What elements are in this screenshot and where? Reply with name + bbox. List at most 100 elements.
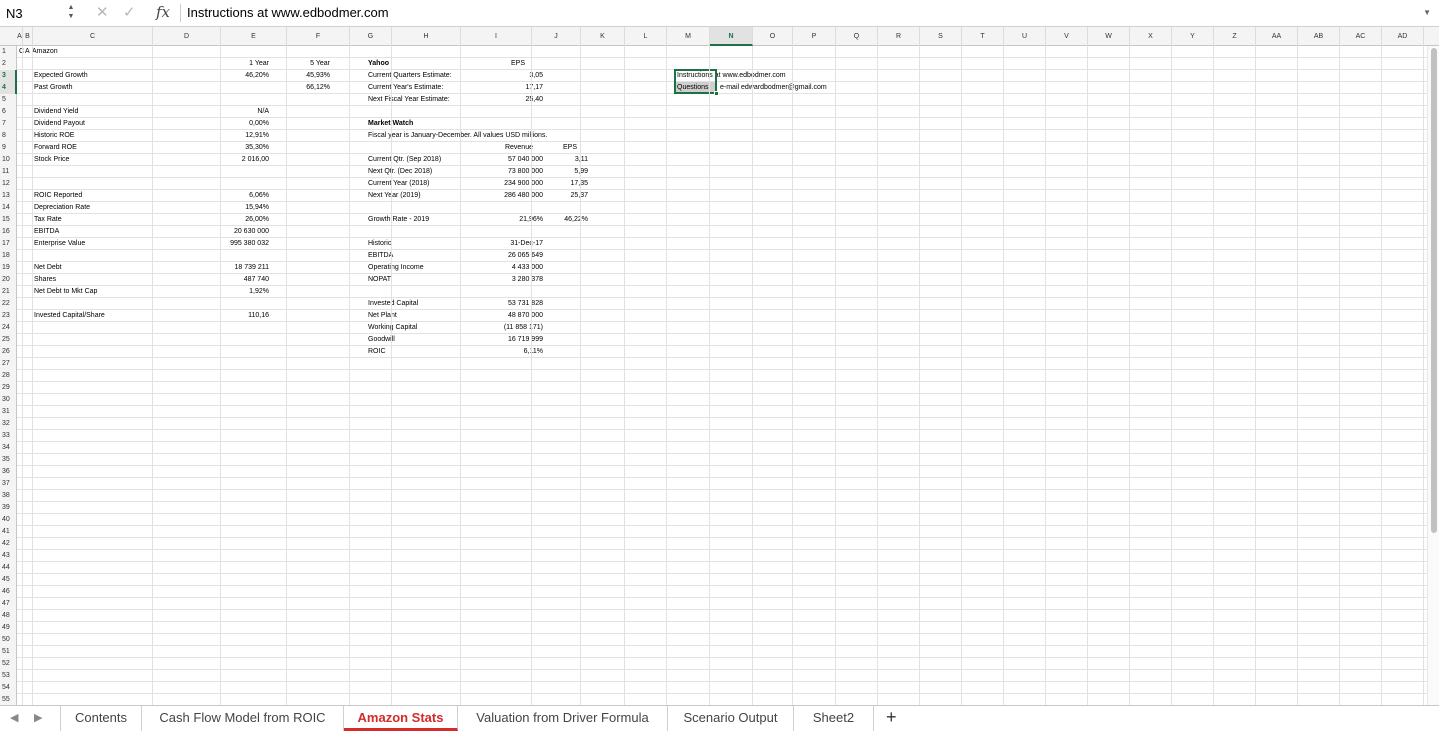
cell-e21[interactable]: 1,92% xyxy=(199,286,269,298)
row-header-26[interactable]: 26 xyxy=(0,346,17,358)
cell-e13[interactable]: 6,06% xyxy=(209,190,269,202)
row-header-8[interactable]: 8 xyxy=(0,130,17,142)
column-header-w[interactable]: W xyxy=(1088,27,1130,46)
cell-c14[interactable]: Depreciation Rate xyxy=(34,202,90,214)
row-header-45[interactable]: 45 xyxy=(0,574,17,586)
row-header-29[interactable]: 29 xyxy=(0,382,17,394)
row-header-11[interactable]: 11 xyxy=(0,166,17,178)
cell-j15[interactable]: 21,96% xyxy=(473,214,543,226)
row-header-23[interactable]: 23 xyxy=(0,310,17,322)
cell-j13[interactable]: 234 900 000 xyxy=(473,178,543,190)
spreadsheet-grid[interactable]: ABCDEFGHIJKLMNOPQRSTUVWXYZAAABACADAE 123… xyxy=(0,27,1439,705)
cell-e9[interactable]: 35,30% xyxy=(209,142,269,154)
cell-c3[interactable]: Expected Growth xyxy=(34,70,88,82)
cell-h18[interactable]: EBITDA xyxy=(368,250,393,262)
column-header-j[interactable]: J xyxy=(532,27,581,46)
column-header-ae[interactable]: AE xyxy=(1424,27,1439,46)
cell-f4[interactable]: 66,12% xyxy=(280,82,330,94)
cell-e15[interactable]: 26,00% xyxy=(209,214,269,226)
cell-k10[interactable]: EPS xyxy=(557,142,577,154)
column-header-g[interactable]: G xyxy=(350,27,392,46)
tab-valuation-driver-formula[interactable]: Valuation from Driver Formula xyxy=(458,706,668,731)
cell-f2[interactable]: 5 Year xyxy=(280,58,330,70)
chevron-down-icon[interactable]: ▼ xyxy=(1423,8,1431,17)
cell-h23[interactable]: Net Plant xyxy=(368,310,397,322)
row-header-39[interactable]: 39 xyxy=(0,502,17,514)
tab-scenario-output[interactable]: Scenario Output xyxy=(668,706,794,731)
column-header-ab[interactable]: AB xyxy=(1298,27,1340,46)
cell-h14[interactable]: Next Year (2019) xyxy=(368,190,421,202)
cell-j24[interactable]: (11 858 171) xyxy=(473,322,543,334)
cell-e7[interactable]: 0,00% xyxy=(209,118,269,130)
column-header-n[interactable]: N xyxy=(710,27,753,46)
row-header-52[interactable]: 52 xyxy=(0,658,17,670)
row-header-33[interactable]: 33 xyxy=(0,430,17,442)
cell-e10[interactable]: 2 016,00 xyxy=(209,154,269,166)
cell-c21[interactable]: Net Debt to Mkt Cap xyxy=(34,286,97,298)
cell-k11[interactable]: 3,11 xyxy=(548,154,588,166)
cell-e8[interactable]: 12,91% xyxy=(209,130,269,142)
scrollbar-thumb[interactable] xyxy=(1431,48,1437,533)
cell-j25[interactable]: 16 719 999 xyxy=(473,334,543,346)
row-header-54[interactable]: 54 xyxy=(0,682,17,694)
column-header-ac[interactable]: AC xyxy=(1340,27,1382,46)
cell-j11[interactable]: 57 040 000 xyxy=(473,154,543,166)
cell-e14[interactable]: 15,94% xyxy=(209,202,269,214)
cell-h19[interactable]: Operating Income xyxy=(368,262,424,274)
column-header-r[interactable]: R xyxy=(878,27,920,46)
row-header-53[interactable]: 53 xyxy=(0,670,17,682)
cell-h9[interactable]: Fiscal year is January-December. All val… xyxy=(368,130,547,142)
row-header-5[interactable]: 5 xyxy=(0,94,17,106)
row-header-1[interactable]: 1 xyxy=(0,46,17,58)
row-header-15[interactable]: 15 xyxy=(0,214,17,226)
cell-c17[interactable]: Enterprise Value xyxy=(34,238,85,250)
cell-e23[interactable]: 110,16 xyxy=(199,310,269,322)
cell-j19[interactable]: 4 433 000 xyxy=(473,262,543,274)
cell-j4[interactable]: 17,17 xyxy=(483,82,543,94)
column-header-s[interactable]: S xyxy=(920,27,962,46)
column-header-aa[interactable]: AA xyxy=(1256,27,1298,46)
column-header-x[interactable]: X xyxy=(1130,27,1172,46)
cell-o4[interactable]: e-mail edwardbodmer@gmail.com xyxy=(720,82,827,94)
row-header-25[interactable]: 25 xyxy=(0,334,17,346)
row-header-7[interactable]: 7 xyxy=(0,118,17,130)
column-header-d[interactable]: D xyxy=(153,27,221,46)
cell-c4[interactable]: Past Growth xyxy=(34,82,73,94)
row-header-6[interactable]: 6 xyxy=(0,106,17,118)
cell-c6[interactable]: Dividend Yield xyxy=(34,106,78,118)
cell-e6[interactable]: N/A xyxy=(209,106,269,118)
column-header-y[interactable]: Y xyxy=(1172,27,1214,46)
cell-c9[interactable]: Forward ROE xyxy=(34,142,77,154)
cell-j17[interactable]: 31-Dec-17 xyxy=(473,238,543,250)
check-icon[interactable]: ✓ xyxy=(123,3,136,21)
cell-e16[interactable]: 20 630 000 xyxy=(199,226,269,238)
row-header-31[interactable]: 31 xyxy=(0,406,17,418)
row-header-42[interactable]: 42 xyxy=(0,538,17,550)
row-header-51[interactable]: 51 xyxy=(0,646,17,658)
row-header-17[interactable]: 17 xyxy=(0,238,17,250)
tab-cash-flow-model[interactable]: Cash Flow Model from ROIC xyxy=(142,706,344,731)
row-header-9[interactable]: 9 xyxy=(0,142,17,154)
cell-j23[interactable]: 48 870 000 xyxy=(473,310,543,322)
row-header-14[interactable]: 14 xyxy=(0,202,17,214)
row-header-41[interactable]: 41 xyxy=(0,526,17,538)
cell-h11[interactable]: Current Qtr. (Sep 2018) xyxy=(368,154,441,166)
cell-f3[interactable]: 45,93% xyxy=(280,70,330,82)
cell-j10[interactable]: Revenue xyxy=(483,142,533,154)
row-header-10[interactable]: 10 xyxy=(0,154,17,166)
cell-c7[interactable]: Dividend Payout xyxy=(34,118,85,130)
cell-j26[interactable]: 6,11% xyxy=(473,346,543,358)
cell-j20[interactable]: 3 280 378 xyxy=(473,274,543,286)
row-header-3[interactable]: 3 xyxy=(0,70,17,82)
column-header-k[interactable]: K xyxy=(581,27,625,46)
row-header-38[interactable]: 38 xyxy=(0,490,17,502)
cell-h20[interactable]: NOPAT xyxy=(368,274,391,286)
row-header-48[interactable]: 48 xyxy=(0,610,17,622)
tab-contents[interactable]: Contents xyxy=(60,706,142,731)
cell-c10[interactable]: Stock Price xyxy=(34,154,69,166)
cell-e17[interactable]: 995 380 032 xyxy=(199,238,269,250)
column-header-v[interactable]: V xyxy=(1046,27,1088,46)
cell-e19[interactable]: 18 739 211 xyxy=(199,262,269,274)
formula-input[interactable]: Instructions at www.edbodmer.com xyxy=(187,5,389,20)
row-header-47[interactable]: 47 xyxy=(0,598,17,610)
